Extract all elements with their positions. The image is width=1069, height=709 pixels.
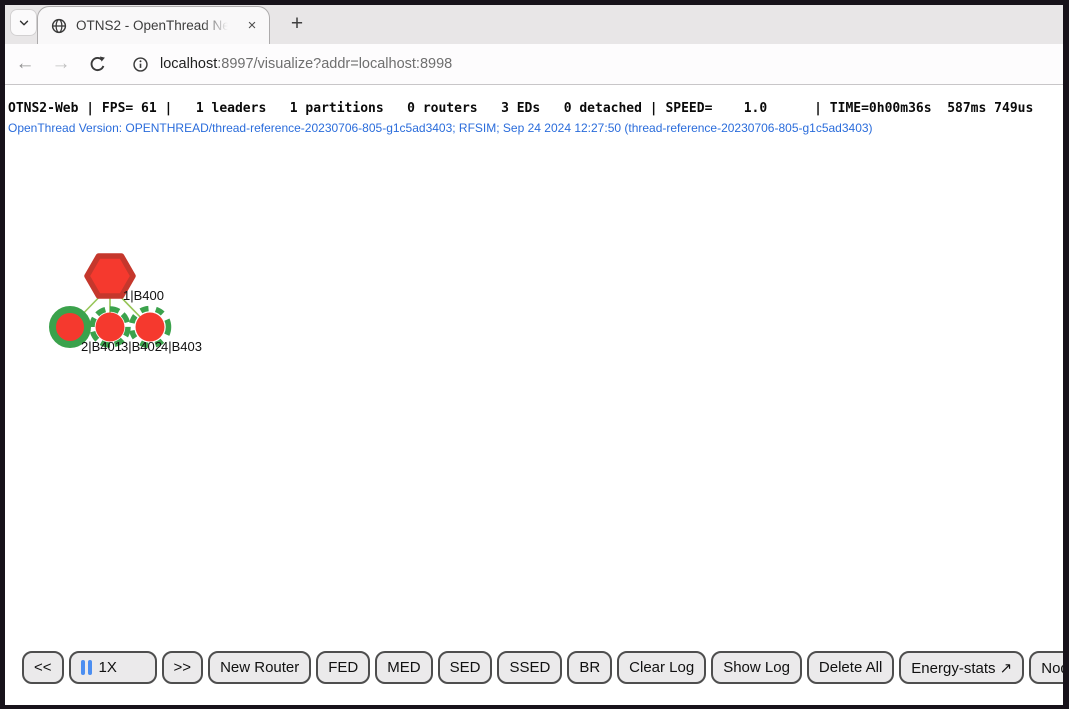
clear-log-button[interactable]: Clear Log	[617, 651, 706, 684]
tab-title-wrap: OTNS2 - OpenThread Ne	[76, 17, 228, 35]
new-router-button[interactable]: New Router	[208, 651, 311, 684]
info-icon	[132, 56, 149, 73]
node-label: 1|B400	[123, 288, 164, 303]
node-label: 3|B402	[121, 339, 162, 354]
tab-title-fade	[202, 17, 228, 35]
fed-button[interactable]: FED	[316, 651, 370, 684]
reload-button[interactable]	[84, 44, 110, 84]
speed-display-button[interactable]: 1X	[69, 651, 157, 684]
back-button[interactable]: ←	[12, 44, 38, 84]
new-tab-button[interactable]: +	[285, 12, 309, 36]
url-host: localhost	[160, 56, 217, 72]
chevron-down-icon	[17, 16, 31, 30]
tab-otns2[interactable]: OTNS2 - OpenThread Ne ×	[38, 7, 269, 44]
simulation-status-line: OTNS2-Web | FPS= 61 | 1 leaders 1 partit…	[8, 101, 1033, 116]
sed-button[interactable]: SED	[438, 651, 493, 684]
node-label: 2|B401	[81, 339, 122, 354]
speed-down-button[interactable]: <<	[22, 651, 64, 684]
med-button[interactable]: MED	[375, 651, 432, 684]
browser-toolbar: ← → localhost:8997/visualize?addr=localh…	[5, 44, 1063, 85]
globe-icon	[51, 18, 67, 34]
br-button[interactable]: BR	[567, 651, 612, 684]
otns-page: OTNS2-Web | FPS= 61 | 1 leaders 1 partit…	[5, 85, 1063, 705]
network-canvas[interactable]: 1|B400 2|B401 3|B402 4|B403	[5, 145, 265, 375]
tab-strip: OTNS2 - OpenThread Ne × +	[5, 5, 1063, 44]
delete-all-button[interactable]: Delete All	[807, 651, 894, 684]
node-stats-button[interactable]: Node-stats ↗	[1029, 651, 1063, 684]
forward-button[interactable]: →	[48, 44, 74, 84]
address-bar[interactable]: localhost:8997/visualize?addr=localhost:…	[160, 44, 452, 84]
openthread-version-line: OpenThread Version: OPENTHREAD/thread-re…	[8, 121, 873, 135]
pause-icon	[81, 660, 92, 675]
show-log-button[interactable]: Show Log	[711, 651, 802, 684]
tab-close-icon[interactable]: ×	[243, 17, 261, 35]
control-bar: << 1X >> New Router FED MED SED SSED BR …	[22, 651, 1063, 684]
url-path: :8997/visualize?addr=localhost:8998	[217, 56, 452, 72]
speed-value: 1X	[99, 659, 117, 676]
node-label: 4|B403	[161, 339, 202, 354]
browser-window: OTNS2 - OpenThread Ne × + ← → localhost:…	[5, 5, 1063, 705]
reload-icon	[88, 55, 107, 74]
speed-up-button[interactable]: >>	[162, 651, 204, 684]
ssed-button[interactable]: SSED	[497, 651, 562, 684]
site-info-button[interactable]	[127, 44, 153, 84]
tab-search-button[interactable]	[10, 9, 37, 36]
energy-stats-button[interactable]: Energy-stats ↗	[899, 651, 1024, 684]
